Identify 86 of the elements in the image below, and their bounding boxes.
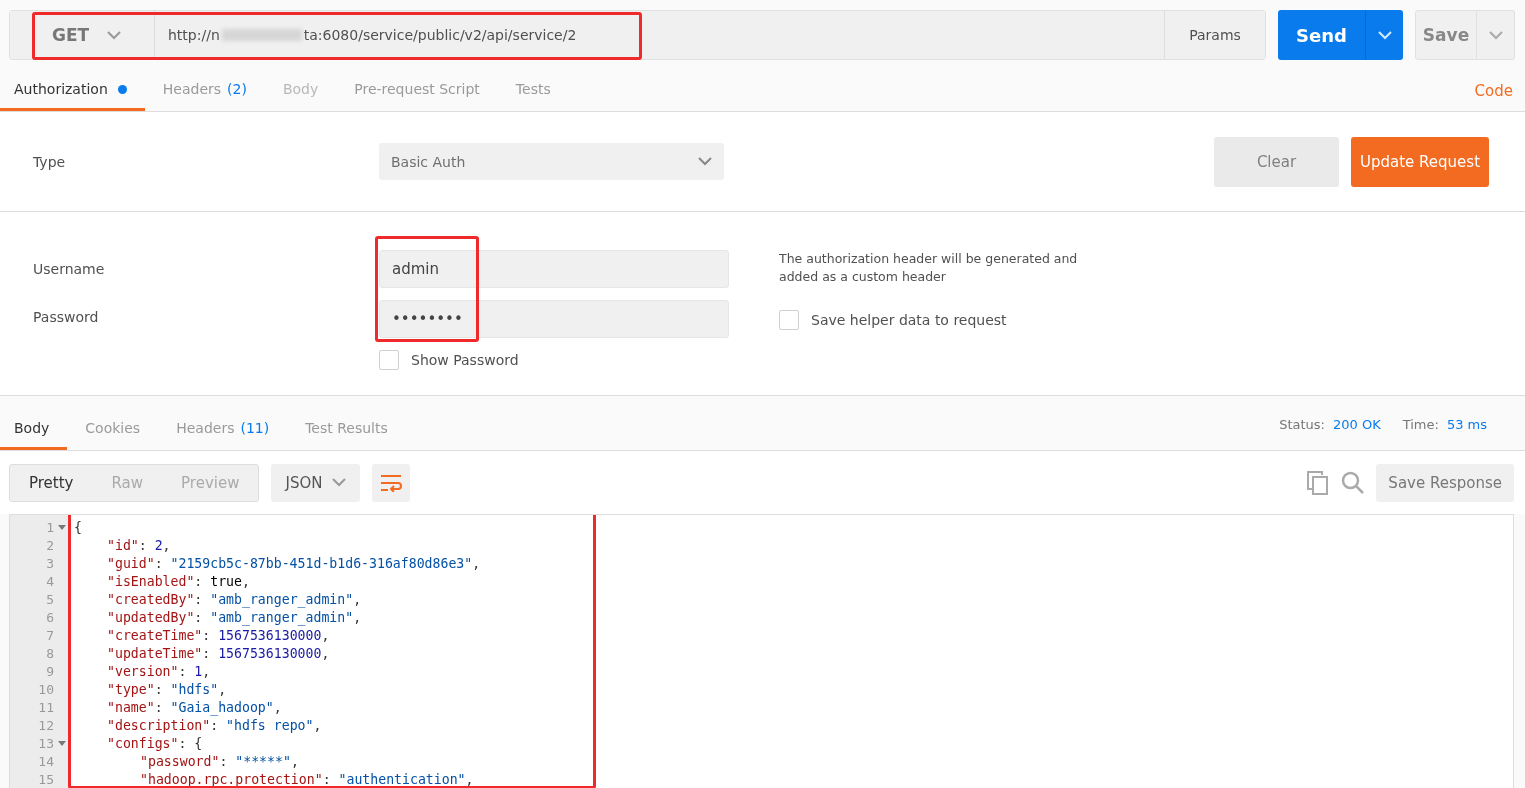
fold-arrow-icon[interactable] — [58, 523, 66, 531]
request-tab[interactable]: Headers (2) — [144, 70, 265, 111]
format-dropdown[interactable]: JSON — [271, 463, 361, 502]
code-line: "configs": { — [107, 735, 203, 751]
code-line: "type": "hdfs", — [107, 681, 227, 697]
checkbox[interactable] — [779, 310, 799, 330]
send-options-button[interactable] — [1365, 10, 1403, 60]
code-line: "updateTime": 1567536130000, — [107, 645, 330, 661]
code-line: "createTime": 1567536130000, — [107, 627, 330, 643]
line-number: 9 — [45, 663, 54, 679]
code-line: "version": 1, — [107, 663, 211, 679]
tab-label: Cookies — [85, 419, 141, 436]
code-link[interactable]: Code — [1474, 81, 1513, 100]
fold-arrow-icon[interactable] — [58, 739, 66, 747]
line-number: 12 — [37, 717, 54, 733]
save-response-button[interactable]: Save Response — [1376, 463, 1514, 502]
checkbox[interactable] — [379, 350, 399, 370]
tab-label: Body — [282, 81, 319, 97]
code-line: "description": "hdfs repo", — [107, 717, 322, 733]
wrap-button[interactable] — [372, 463, 411, 502]
caret-icon — [1488, 30, 1503, 40]
code-line: { — [74, 519, 82, 535]
tab-label: Body — [14, 419, 50, 436]
tab-label: Headers — [162, 81, 222, 97]
time-value: 53 ms — [1446, 416, 1487, 432]
search-button[interactable] — [1341, 471, 1365, 494]
save-button[interactable]: Save — [1415, 10, 1477, 60]
tab-label: Test Results — [305, 419, 388, 436]
line-number: 4 — [45, 573, 54, 589]
tab-label: Tests — [515, 81, 551, 97]
tab-label: Headers — [176, 419, 235, 436]
line-number: 11 — [37, 699, 54, 715]
response-tab[interactable]: Test Results — [287, 408, 406, 450]
response-tab[interactable]: Headers (11) — [158, 408, 288, 450]
line-number: 2 — [45, 537, 54, 553]
caret-icon — [698, 157, 712, 166]
line-number: 1 — [45, 519, 54, 535]
line-number: 15 — [37, 771, 54, 787]
password-field[interactable]: •••••••• — [379, 300, 729, 338]
request-tab[interactable]: Pre-request Script — [336, 70, 498, 111]
caret-icon — [1377, 30, 1392, 40]
code-line: "updatedBy": "amb_ranger_admin", — [107, 609, 362, 625]
response-tab[interactable]: Cookies — [67, 408, 159, 450]
line-number: 8 — [45, 645, 54, 661]
save-helper-label: Save helper data to request — [811, 312, 1007, 328]
password-label: Password — [33, 309, 100, 325]
code-line: "guid": "2159cb5c-87bb-451d-b1d6-316af80d86e3", — [107, 555, 481, 571]
line-number: 10 — [37, 681, 54, 697]
status-label: Status: — [1279, 416, 1325, 432]
tab-label: Pre-request Script — [354, 81, 480, 97]
line-number: 13 — [37, 735, 54, 751]
code-line: "id": 2, — [107, 537, 171, 553]
username-label: Username — [33, 261, 106, 277]
clear-button[interactable]: Clear — [1214, 136, 1339, 187]
auth-type-dropdown[interactable]: Basic Auth — [379, 143, 724, 180]
copy-button[interactable] — [1307, 470, 1330, 495]
line-number: 7 — [45, 627, 54, 643]
tab-count: (2) — [227, 81, 247, 97]
line-number: 14 — [37, 753, 54, 769]
tab-count: (11) — [240, 419, 270, 436]
view-mode-button[interactable]: Raw — [92, 464, 163, 501]
line-number: 6 — [45, 609, 54, 625]
request-tab[interactable]: Tests — [497, 70, 569, 111]
type-label: Type — [33, 153, 67, 170]
code-line: "isEnabled": true, — [107, 573, 250, 589]
save-options-button[interactable] — [1477, 10, 1515, 60]
code-line: "createdBy": "amb_ranger_admin", — [107, 591, 362, 607]
send-button[interactable]: Send — [1278, 10, 1365, 60]
line-number: 3 — [45, 555, 54, 571]
view-mode-button[interactable]: Preview — [162, 464, 259, 501]
copy-icon — [1307, 470, 1330, 495]
show-password-label: Show Password — [411, 352, 519, 368]
update-request-button[interactable]: Update Request — [1351, 136, 1489, 187]
wrap-lines-icon — [380, 473, 403, 492]
code-line: "hadoop.rpc.protection": "authentication", — [140, 771, 474, 787]
search-icon — [1341, 471, 1365, 494]
caret-icon — [332, 478, 347, 487]
auth-note: The authorization header will be generated and added as a custom header — [779, 250, 1079, 286]
tab-label: Authorization — [14, 81, 108, 97]
code-line: "name": "Gaia_hadoop", — [107, 699, 282, 715]
status-value: 200 OK — [1332, 416, 1381, 432]
line-number: 5 — [45, 591, 54, 607]
code-line: "password": "*****", — [140, 753, 299, 769]
username-field[interactable]: admin — [379, 250, 729, 288]
view-mode-button[interactable]: Pretty — [10, 464, 93, 501]
time-label: Time: — [1402, 416, 1439, 432]
